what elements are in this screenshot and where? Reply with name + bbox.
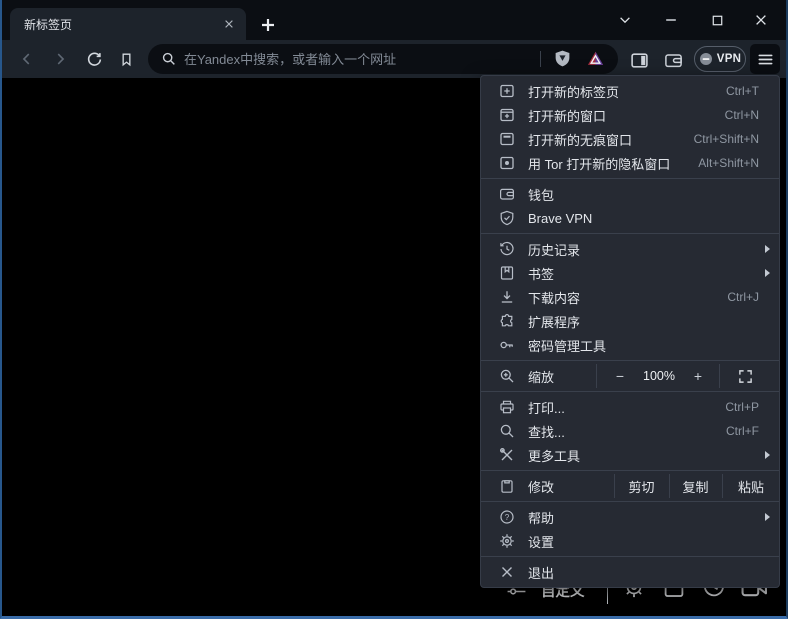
window-maximize-button[interactable] [704, 8, 730, 32]
menu-item-settings[interactable]: 设置 [481, 529, 779, 553]
menu-item-new-window[interactable]: 打开新的窗口 Ctrl+N [481, 103, 779, 127]
menu-separator [481, 391, 779, 392]
sidebar-toggle-icon[interactable] [627, 48, 651, 72]
menu-item-new-tab[interactable]: 打开新的标签页 Ctrl+T [481, 79, 779, 103]
vpn-label: VPN [717, 53, 742, 65]
window-minimize-button[interactable] [658, 8, 684, 32]
find-icon [499, 423, 515, 439]
incognito-window-icon [499, 131, 515, 147]
active-tab[interactable]: 新标签页 [10, 8, 246, 40]
menu-separator [481, 178, 779, 179]
menu-item-wallet[interactable]: 钱包 [481, 182, 779, 206]
fullscreen-button[interactable] [729, 364, 761, 388]
vpn-shield-icon [499, 210, 515, 226]
menu-separator [481, 556, 779, 557]
menu-separator [481, 501, 779, 502]
toolbar: 1 VPN [0, 40, 788, 78]
menu-separator [481, 233, 779, 234]
bookmarks-icon [499, 265, 515, 281]
tab-close-icon[interactable] [220, 15, 238, 33]
submenu-arrow-icon [765, 245, 770, 253]
download-icon [499, 289, 515, 305]
menu-item-brave-vpn[interactable]: Brave VPN [481, 206, 779, 230]
vpn-status-icon [699, 52, 713, 66]
address-input[interactable] [184, 44, 524, 74]
menu-item-edit: 修改 剪切 复制 粘贴 [481, 474, 779, 498]
zoom-divider [719, 364, 720, 388]
app-menu: 打开新的标签页 Ctrl+T 打开新的窗口 Ctrl+N 打开新的无痕窗口 Ct… [480, 75, 780, 588]
brave-shield-icon[interactable] [553, 49, 572, 68]
window-chevron-down-icon[interactable] [612, 8, 638, 32]
new-tab-icon [499, 83, 515, 99]
bookmark-icon[interactable] [114, 47, 138, 71]
menu-separator [481, 470, 779, 471]
menu-item-extensions[interactable]: 扩展程序 [481, 309, 779, 333]
menu-item-help[interactable]: ? 帮助 [481, 505, 779, 529]
zoom-divider [596, 364, 597, 388]
submenu-arrow-icon [765, 513, 770, 521]
cut-button[interactable]: 剪切 [615, 474, 668, 498]
printer-icon [499, 399, 515, 415]
menu-item-history[interactable]: 历史记录 [481, 237, 779, 261]
back-button[interactable] [15, 47, 39, 71]
paste-button[interactable]: 粘贴 [723, 474, 779, 498]
extensions-puzzle-icon [499, 313, 515, 329]
menu-item-downloads[interactable]: 下载内容 Ctrl+J [481, 285, 779, 309]
window-close-button[interactable] [748, 8, 774, 32]
menu-item-passwords[interactable]: 密码管理工具 [481, 333, 779, 357]
search-icon [161, 51, 177, 67]
menu-separator [481, 360, 779, 361]
vpn-button[interactable]: VPN [694, 46, 746, 72]
settings-gear-icon [499, 533, 515, 549]
clipboard-icon [499, 478, 515, 494]
help-icon: ? [499, 509, 515, 525]
menu-item-more-tools[interactable]: 更多工具 [481, 443, 779, 467]
new-tab-button[interactable] [257, 14, 279, 36]
zoom-in-button[interactable]: + [685, 364, 711, 388]
tab-title: 新标签页 [24, 16, 220, 33]
menu-item-zoom: 缩放 − 100% + [481, 364, 779, 388]
copy-button[interactable]: 复制 [670, 474, 721, 498]
tab-strip: 新标签页 [0, 0, 788, 40]
menu-item-print[interactable]: 打印... Ctrl+P [481, 395, 779, 419]
exit-close-icon [499, 564, 515, 580]
zoom-value: 100% [633, 364, 685, 388]
menu-item-new-incognito-window[interactable]: 打开新的无痕窗口 Ctrl+Shift+N [481, 127, 779, 151]
menu-item-bookmarks[interactable]: 书签 [481, 261, 779, 285]
submenu-arrow-icon [765, 451, 770, 459]
menu-item-exit[interactable]: 退出 [481, 560, 779, 584]
wallet-toolbar-icon[interactable] [661, 48, 685, 72]
zoom-out-button[interactable]: − [607, 364, 633, 388]
key-icon [499, 337, 515, 353]
menu-item-find[interactable]: 查找... Ctrl+F [481, 419, 779, 443]
address-bar[interactable]: 1 [148, 44, 618, 74]
wallet-icon [499, 186, 515, 202]
menu-item-new-tor-window[interactable]: 用 Tor 打开新的隐私窗口 Alt+Shift+N [481, 151, 779, 175]
address-bar-divider [540, 51, 541, 67]
history-icon [499, 241, 515, 257]
app-menu-button[interactable] [750, 44, 780, 74]
svg-text:?: ? [505, 513, 510, 522]
brave-rewards-icon[interactable]: 1 [586, 49, 605, 68]
new-window-icon [499, 107, 515, 123]
tools-icon [499, 447, 515, 463]
reload-button[interactable] [82, 47, 106, 71]
forward-button[interactable] [48, 47, 72, 71]
tor-window-icon [499, 155, 515, 171]
zoom-icon [499, 368, 515, 384]
submenu-arrow-icon [765, 269, 770, 277]
